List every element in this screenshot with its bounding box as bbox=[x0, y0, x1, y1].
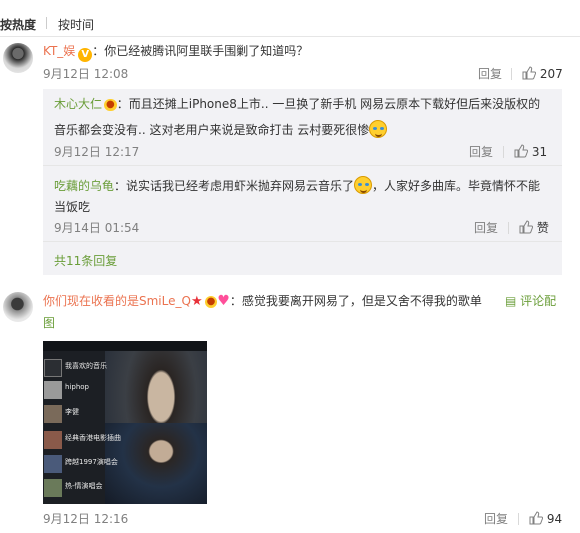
thumb-up-icon bbox=[514, 144, 529, 158]
image-playlist-row: hiphop bbox=[43, 379, 105, 401]
image-row-label: 李健 bbox=[65, 408, 79, 416]
fan-badge-icon: ● bbox=[204, 296, 218, 308]
attached-image[interactable]: 我喜欢的音乐 hiphop 李健 经典香港电影插曲 跨越1997演唱会 热-情演… bbox=[43, 341, 207, 504]
tab-by-hot[interactable]: 按热度 bbox=[0, 16, 36, 33]
username[interactable]: KT_娱 bbox=[43, 44, 75, 58]
sort-tabs: 按热度 按时间 bbox=[0, 0, 580, 37]
like-button[interactable]: 31 bbox=[514, 144, 547, 160]
heart-icon bbox=[44, 359, 62, 377]
album-thumb bbox=[44, 381, 62, 399]
divider bbox=[503, 146, 504, 158]
thumb-up-icon bbox=[522, 66, 537, 80]
image-row-label: 热-情演唱会 bbox=[65, 482, 103, 490]
reply-button[interactable]: 回复 bbox=[478, 66, 502, 82]
comment-body: KT_娱 V ：你已经被腾讯阿里联手围剿了知道吗？ bbox=[43, 43, 308, 62]
comment-time: 9月12日 12:08 bbox=[43, 67, 129, 81]
reply-text-cont: ，人家好多曲库。毕竟情怀不能 bbox=[372, 179, 541, 193]
image-playlist-row: 跨越1997演唱会 bbox=[43, 453, 118, 475]
reply-text: ：说实话我已经考虑用虾米抛弃网易云音乐了 bbox=[114, 179, 355, 193]
heart-icon: ♥ bbox=[217, 293, 230, 309]
reply-divider bbox=[43, 165, 562, 166]
like-count: 94 bbox=[546, 512, 563, 526]
album-thumb bbox=[44, 455, 62, 473]
reply-button[interactable]: 回复 bbox=[469, 144, 493, 160]
reply-item-line-2: 音乐都会变没有.. 这对老用户来说是致命打击 云村要死很惨 bbox=[54, 120, 388, 138]
username[interactable]: 你们现在收看的是SmiLe_Q bbox=[43, 294, 191, 308]
like-button[interactable]: 207 bbox=[522, 66, 563, 82]
reply-username[interactable]: 吃藕的乌龟 bbox=[54, 179, 114, 193]
album-thumb bbox=[44, 431, 62, 449]
image-top-strip bbox=[43, 341, 207, 351]
thumb-up-icon bbox=[519, 220, 534, 234]
avatar[interactable] bbox=[3, 292, 33, 322]
reply-button[interactable]: 回复 bbox=[474, 220, 498, 236]
comment-text: ：感觉我要离开网易了，但是又舍不得我的歌单 bbox=[229, 294, 482, 308]
comment-time: 9月12日 12:16 bbox=[43, 512, 129, 526]
reply-list: 木心大仁 ● ：而且还摊上iPhone8上市.. 一旦换了新手机 网易云原本下载好但… bbox=[43, 89, 562, 275]
image-row-label: 我喜欢的音乐 bbox=[65, 362, 107, 370]
image-playlist-row: 热-情演唱会 bbox=[43, 477, 105, 499]
divider bbox=[508, 222, 509, 234]
album-thumb bbox=[44, 479, 62, 497]
v-badge-icon: V bbox=[78, 48, 93, 62]
like-button[interactable]: 赞 bbox=[519, 220, 549, 236]
reply-item: 吃藕的乌龟：说实话我已经考虑用虾米抛弃网易云音乐了 ，人家好多曲库。毕竟情怀不能 bbox=[54, 176, 540, 194]
image-row-label: 经典香港电影插曲 bbox=[65, 434, 121, 442]
like-count: 31 bbox=[531, 145, 548, 159]
view-picture-label: 评论配 bbox=[520, 294, 557, 308]
image-row-label: 跨越1997演唱会 bbox=[65, 458, 118, 466]
reply-item: 木心大仁 ● ：而且还摊上iPhone8上市.. 一旦换了新手机 网易云原本下载好但… bbox=[54, 96, 540, 112]
reply-divider bbox=[43, 241, 562, 242]
picture-icon: ▤ bbox=[505, 294, 517, 308]
divider bbox=[511, 68, 512, 80]
image-row-label: hiphop bbox=[65, 383, 89, 391]
image-playlist-row: 李健 bbox=[43, 403, 105, 425]
reply-text: 当饭吃 bbox=[54, 200, 91, 214]
divider bbox=[518, 513, 519, 525]
like-count: 207 bbox=[539, 67, 563, 81]
avatar[interactable] bbox=[3, 43, 33, 73]
album-thumb bbox=[44, 405, 62, 423]
view-picture-link[interactable]: ▤ 评论配 bbox=[505, 293, 556, 309]
comment-body: 你们现在收看的是SmiLe_Q★ ● ♥：感觉我要离开网易了，但是又舍不得我的歌单 bbox=[43, 293, 482, 310]
star-icon: ★ bbox=[190, 294, 203, 309]
like-label: 赞 bbox=[536, 221, 549, 235]
reply-item-line-2: 当饭吃 bbox=[54, 199, 90, 215]
thumb-up-icon bbox=[529, 511, 544, 525]
tab-by-time[interactable]: 按时间 bbox=[58, 16, 94, 33]
reply-button[interactable]: 回复 bbox=[484, 511, 508, 527]
more-replies-link[interactable]: 共11条回复 bbox=[54, 253, 117, 269]
tab-divider bbox=[46, 17, 47, 29]
like-button[interactable]: 94 bbox=[529, 511, 562, 527]
view-picture-link-cont[interactable]: 图 bbox=[43, 315, 55, 331]
fan-badge-icon: ● bbox=[104, 99, 117, 111]
comment-text: ：你已经被腾讯阿里联手围剿了知道吗？ bbox=[92, 44, 309, 58]
laugh-cry-emoji-icon bbox=[369, 120, 388, 138]
reply-text: 音乐都会变没有.. 这对老用户来说是致命打击 云村要死很惨 bbox=[54, 123, 370, 137]
laugh-cry-emoji-icon bbox=[354, 176, 373, 194]
reply-time: 9月14日 01:54 bbox=[54, 221, 140, 235]
reply-time: 9月12日 12:17 bbox=[54, 145, 140, 159]
reply-text: ：而且还摊上iPhone8上市.. 一旦换了新手机 网易云原本下载好但后来没版权… bbox=[116, 97, 541, 111]
image-playlist-row: 我喜欢的音乐 bbox=[43, 357, 107, 379]
image-playlist-row: 经典香港电影插曲 bbox=[43, 429, 121, 451]
reply-username[interactable]: 木心大仁 bbox=[54, 97, 102, 111]
